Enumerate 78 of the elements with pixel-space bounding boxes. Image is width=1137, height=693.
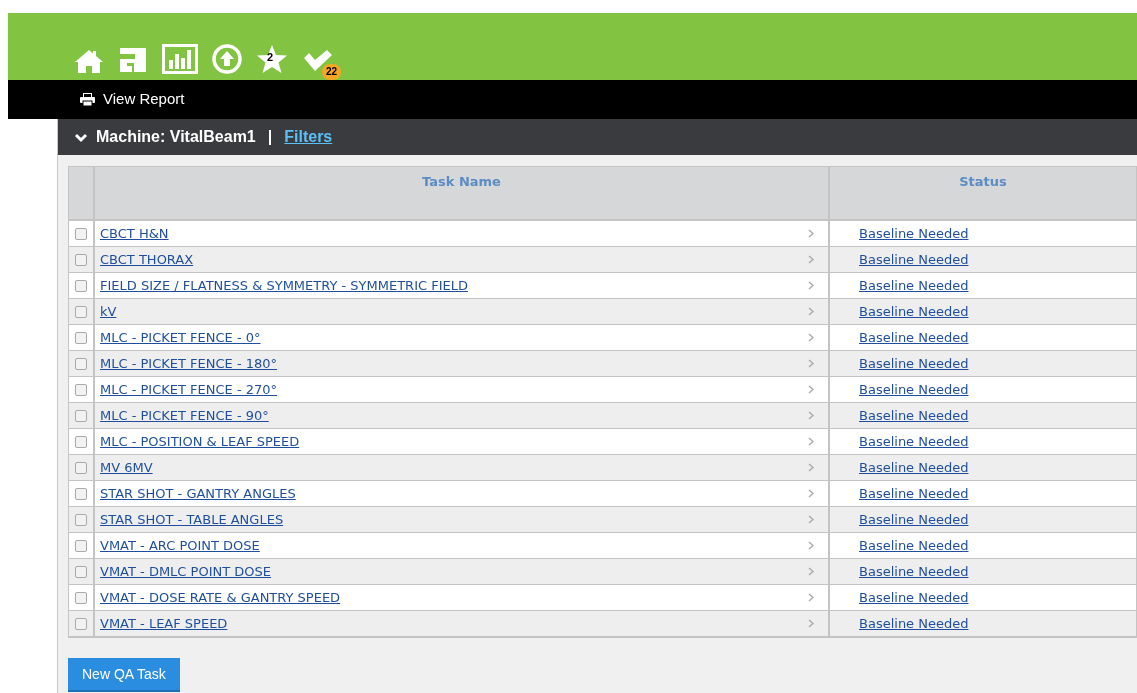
status-link[interactable]: Baseline Needed — [859, 353, 969, 374]
home-icon[interactable] — [74, 48, 104, 74]
status-link[interactable]: Baseline Needed — [859, 431, 969, 452]
chevron-right-icon[interactable] — [808, 411, 814, 420]
task-link[interactable]: FIELD SIZE / FLATNESS & SYMMETRY - SYMMETRIC FIELD — [100, 275, 468, 296]
chevron-right-icon[interactable] — [808, 281, 814, 290]
row-checkbox[interactable] — [75, 253, 87, 266]
star-icon[interactable] — [256, 44, 288, 74]
task-link[interactable]: VMAT - LEAF SPEED — [100, 613, 228, 634]
task-link[interactable]: CBCT H&N — [100, 223, 169, 244]
row-checkbox[interactable] — [75, 383, 87, 396]
status-link[interactable]: Baseline Needed — [859, 587, 969, 608]
status-link[interactable]: Baseline Needed — [859, 483, 969, 504]
status-link[interactable]: Baseline Needed — [859, 535, 969, 556]
row-checkbox[interactable] — [75, 591, 87, 604]
chevron-right-icon[interactable] — [808, 437, 814, 446]
task-link[interactable]: kV — [100, 301, 117, 322]
task-link[interactable]: MLC - PICKET FENCE - 0° — [100, 327, 261, 348]
status-link[interactable]: Baseline Needed — [859, 405, 969, 426]
row-checkbox[interactable] — [75, 617, 87, 630]
count-label: 2 — [267, 52, 274, 63]
task-link[interactable]: CBCT THORAX — [100, 249, 194, 270]
chevron-right-icon[interactable] — [808, 229, 814, 238]
view-report-button[interactable]: View Report — [80, 88, 185, 111]
row-checkbox[interactable] — [75, 227, 87, 240]
task-link[interactable]: MLC - POSITION & LEAF SPEED — [100, 431, 300, 452]
row-checkbox[interactable] — [75, 279, 87, 292]
row-checkbox[interactable] — [75, 435, 87, 448]
task-link[interactable]: MLC - PICKET FENCE - 180° — [100, 353, 278, 374]
chevron-right-icon[interactable] — [808, 333, 814, 342]
status-link[interactable]: Baseline Needed — [859, 613, 969, 634]
row-checkbox[interactable] — [75, 305, 87, 318]
separator: | — [267, 127, 273, 147]
chevron-right-icon[interactable] — [808, 255, 814, 264]
status-link[interactable]: Baseline Needed — [859, 249, 969, 270]
chevron-right-icon[interactable] — [808, 541, 814, 550]
printer-icon — [80, 93, 95, 106]
row-checkbox[interactable] — [75, 461, 87, 474]
status-link[interactable]: Baseline Needed — [859, 561, 969, 582]
task-link[interactable]: VMAT - DOSE RATE & GANTRY SPEED — [100, 587, 341, 608]
chevron-right-icon[interactable] — [808, 515, 814, 524]
row-checkbox[interactable] — [75, 513, 87, 526]
new-qa-task-button[interactable]: New QA Task — [68, 658, 180, 692]
status-link[interactable]: Baseline Needed — [859, 457, 969, 478]
status-link[interactable]: Baseline Needed — [859, 223, 969, 244]
count-badge: 22 — [322, 64, 342, 80]
chevron-right-icon[interactable] — [808, 385, 814, 394]
upload-icon[interactable] — [212, 44, 242, 74]
row-checkbox[interactable] — [75, 331, 87, 344]
chevron-icon[interactable] — [74, 131, 88, 143]
row-checkbox[interactable] — [75, 565, 87, 578]
filters-link[interactable]: Filters — [284, 125, 333, 149]
chart-icon[interactable] — [162, 44, 198, 74]
status-link[interactable]: Baseline Needed — [859, 509, 969, 530]
row-checkbox[interactable] — [75, 539, 87, 552]
row-checkbox[interactable] — [75, 409, 87, 422]
chevron-right-icon[interactable] — [808, 593, 814, 602]
task-link[interactable]: MLC - PICKET FENCE - 90° — [100, 405, 269, 426]
route-icon[interactable] — [118, 46, 148, 74]
chevron-right-icon[interactable] — [808, 567, 814, 576]
task-link[interactable]: STAR SHOT - GANTRY ANGLES — [100, 483, 296, 504]
status-link[interactable]: Baseline Needed — [859, 275, 969, 296]
machine-title: Machine: VitalBeam1 — [96, 127, 256, 147]
task-link[interactable]: STAR SHOT - TABLE ANGLES — [100, 509, 284, 530]
task-link[interactable]: VMAT - ARC POINT DOSE — [100, 535, 260, 556]
status-link[interactable]: Baseline Needed — [859, 301, 969, 322]
status-link[interactable]: Baseline Needed — [859, 379, 969, 400]
chevron-right-icon[interactable] — [808, 619, 814, 628]
task-link[interactable]: VMAT - DMLC POINT DOSE — [100, 561, 271, 582]
chevron-right-icon[interactable] — [808, 463, 814, 472]
chevron-right-icon[interactable] — [808, 359, 814, 368]
chevron-right-icon[interactable] — [808, 307, 814, 316]
row-checkbox[interactable] — [75, 357, 87, 370]
task-link[interactable]: MV 6MV — [100, 457, 153, 478]
status-link[interactable]: Baseline Needed — [859, 327, 969, 348]
chevron-right-icon[interactable] — [808, 489, 814, 498]
task-link[interactable]: MLC - PICKET FENCE - 270° — [100, 379, 278, 400]
row-checkbox[interactable] — [75, 487, 87, 500]
